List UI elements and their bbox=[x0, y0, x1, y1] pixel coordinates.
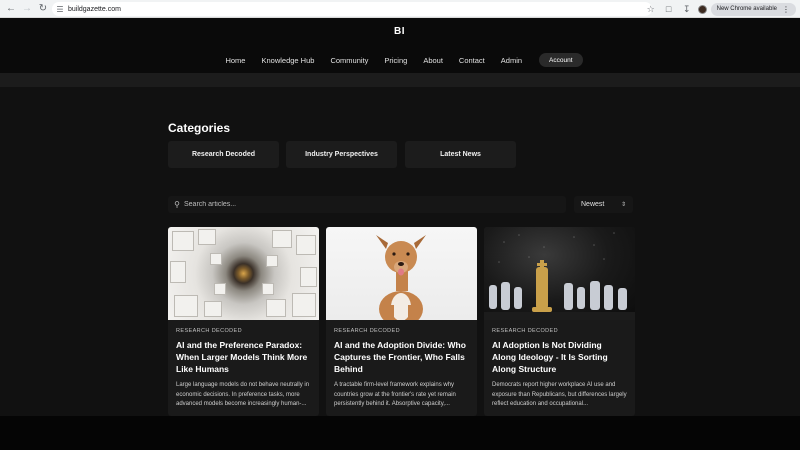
dog-illustration bbox=[376, 235, 426, 320]
bookmark-star-icon[interactable]: ☆ bbox=[644, 2, 658, 16]
main-nav: Home Knowledge Hub Community Pricing Abo… bbox=[0, 53, 800, 67]
search-input[interactable] bbox=[184, 201, 544, 208]
chess-illustration bbox=[484, 232, 635, 320]
address-bar[interactable]: ☰ buildgazette.com bbox=[52, 2, 652, 16]
article-image-dog[interactable] bbox=[326, 227, 477, 320]
forward-icon[interactable]: → bbox=[19, 1, 35, 17]
site-info-icon[interactable]: ☰ bbox=[54, 3, 66, 15]
category-research-decoded[interactable]: Research Decoded bbox=[168, 141, 279, 168]
extensions-icon[interactable]: □ bbox=[662, 2, 676, 16]
account-button[interactable]: Account bbox=[539, 53, 583, 67]
article-card[interactable]: RESEARCH DECODED AI and the Preference P… bbox=[168, 227, 319, 416]
sort-select[interactable]: Newest ⇕ bbox=[574, 196, 633, 213]
nav-admin[interactable]: Admin bbox=[501, 56, 522, 65]
site-logo[interactable]: BI bbox=[394, 26, 405, 37]
browser-toolbar: ← → ↻ ☰ buildgazette.com ☆ □ ↧ New Chrom… bbox=[0, 0, 800, 18]
article-excerpt: Democrats report higher workplace AI use… bbox=[492, 382, 627, 407]
article-category: RESEARCH DECODED bbox=[176, 328, 242, 334]
reload-icon[interactable]: ↻ bbox=[35, 1, 51, 17]
categories-heading: Categories bbox=[168, 121, 231, 135]
chrome-update-button[interactable]: New Chrome available ⋮ bbox=[710, 2, 796, 16]
site-header: BI Home Knowledge Hub Community Pricing … bbox=[0, 18, 800, 73]
header-divider bbox=[0, 73, 800, 87]
article-title[interactable]: AI and the Preference Paradox: When Larg… bbox=[176, 339, 311, 375]
download-icon[interactable]: ↧ bbox=[680, 2, 694, 16]
article-image-cubes[interactable] bbox=[168, 227, 319, 320]
article-title[interactable]: AI and the Adoption Divide: Who Captures… bbox=[334, 339, 469, 375]
article-title[interactable]: AI Adoption Is Not Dividing Along Ideolo… bbox=[492, 339, 627, 375]
page-bottom bbox=[0, 416, 800, 450]
category-industry-perspectives[interactable]: Industry Perspectives bbox=[286, 141, 397, 168]
nav-pricing[interactable]: Pricing bbox=[384, 56, 407, 65]
nav-community[interactable]: Community bbox=[330, 56, 368, 65]
search-box[interactable]: ⚲ bbox=[168, 196, 566, 213]
article-category: RESEARCH DECODED bbox=[492, 328, 558, 334]
nav-knowledge-hub[interactable]: Knowledge Hub bbox=[261, 56, 314, 65]
kebab-menu-icon[interactable]: ⋮ bbox=[782, 5, 790, 14]
chrome-update-label: New Chrome available bbox=[716, 6, 777, 12]
article-excerpt: Large language models do not behave neut… bbox=[176, 382, 310, 407]
article-image-chess[interactable] bbox=[484, 227, 635, 320]
profile-avatar[interactable] bbox=[697, 4, 707, 14]
article-card[interactable]: RESEARCH DECODED AI Adoption Is Not Divi… bbox=[484, 227, 635, 416]
nav-home[interactable]: Home bbox=[225, 56, 245, 65]
article-card[interactable]: RESEARCH DECODED AI and the Adoption Div… bbox=[326, 227, 477, 416]
search-icon: ⚲ bbox=[174, 200, 180, 209]
nav-about[interactable]: About bbox=[423, 56, 443, 65]
nav-contact[interactable]: Contact bbox=[459, 56, 485, 65]
sort-value: Newest bbox=[581, 201, 605, 208]
category-latest-news[interactable]: Latest News bbox=[405, 141, 516, 168]
back-icon[interactable]: ← bbox=[3, 1, 19, 17]
article-category: RESEARCH DECODED bbox=[334, 328, 400, 334]
url-text[interactable]: buildgazette.com bbox=[68, 6, 121, 13]
article-excerpt: A tractable firm-level framework explain… bbox=[334, 382, 456, 407]
chevron-updown-icon: ⇕ bbox=[620, 202, 626, 208]
